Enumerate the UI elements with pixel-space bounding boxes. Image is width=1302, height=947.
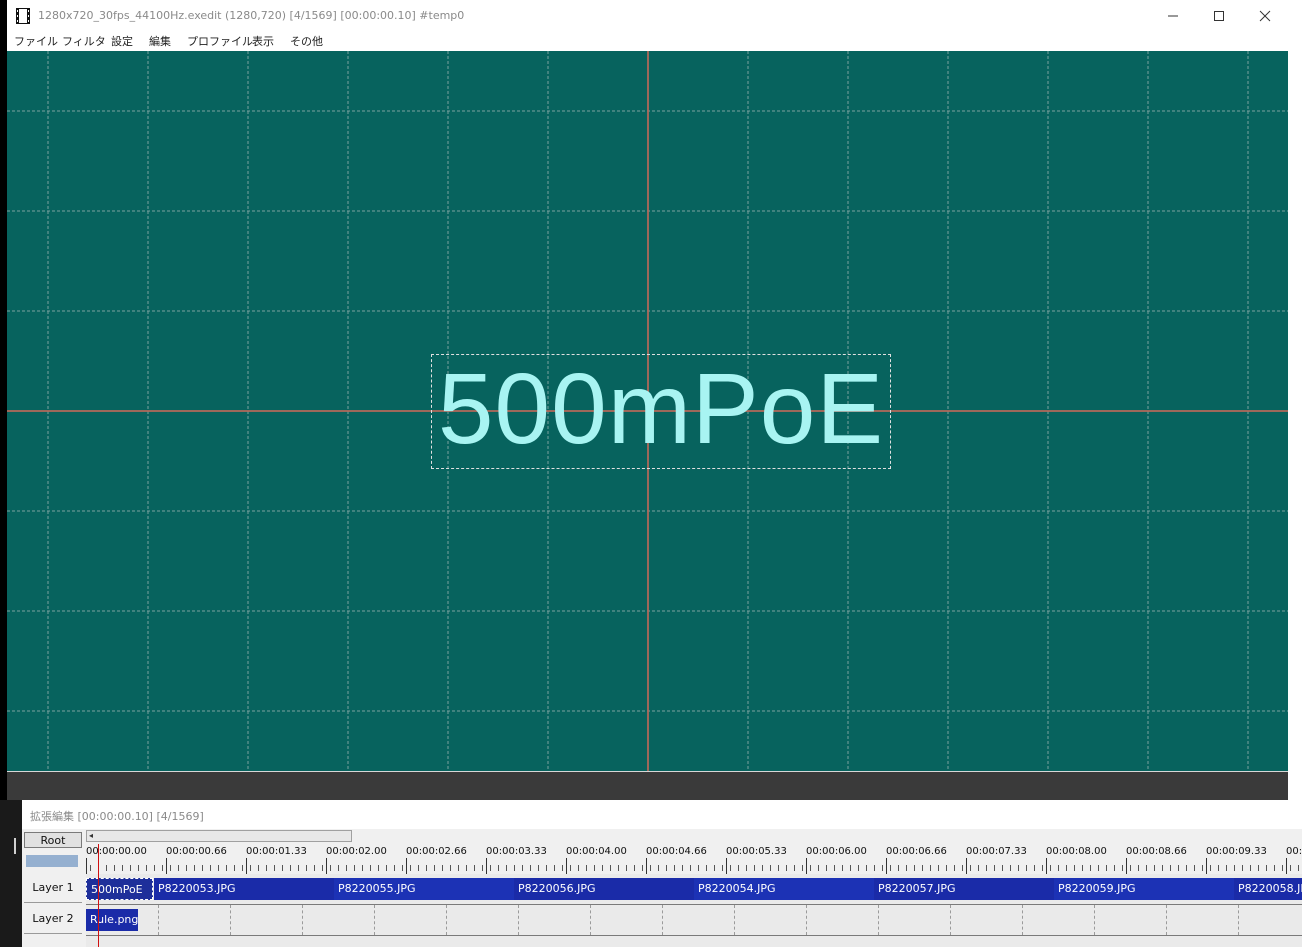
timeline-clip[interactable]: P8220058.JPG (1234, 878, 1302, 900)
grid-line (950, 905, 951, 935)
timeline-clip[interactable]: P8220059.JPG (1054, 878, 1234, 900)
canvas-bottom-border (7, 771, 1288, 772)
grid-line (806, 905, 807, 935)
grid-line (590, 905, 591, 935)
timeline-title-bar: 拡張編集 [00:00:00.10] [4/1569] (22, 800, 1302, 829)
timeline-clip[interactable]: P8220056.JPG (514, 878, 694, 900)
grid-line (878, 905, 879, 935)
grid-line (446, 905, 447, 935)
maximize-button[interactable] (1196, 0, 1242, 31)
grid-line (1238, 905, 1239, 935)
menu-bar: ファイル フィルタ 設定 編集 プロファイル 表示 その他 (7, 31, 1302, 51)
grid-line (230, 905, 231, 935)
left-edge-strip (0, 800, 22, 947)
close-button[interactable] (1242, 0, 1288, 31)
grid-line (374, 905, 375, 935)
scroll-left-arrow-icon[interactable]: ◂ (89, 831, 93, 841)
timeline-clip[interactable]: P8220054.JPG (694, 878, 874, 900)
playhead-cursor[interactable] (98, 844, 99, 947)
right-edge (1288, 51, 1302, 800)
timeline-clip[interactable]: P8220057.JPG (874, 878, 1054, 900)
timeline-window: 拡張編集 [00:00:00.10] [4/1569] Root ◂ 00:00… (22, 800, 1302, 947)
timeline-clip[interactable]: P8220055.JPG (334, 878, 514, 900)
zoom-slider[interactable] (26, 855, 78, 867)
grid-line (734, 905, 735, 935)
horizontal-scrollbar[interactable]: ◂ (86, 830, 352, 842)
title-bar: 1280x720_30fps_44100Hz.exedit (1280,720)… (7, 0, 1302, 31)
grid-line (1166, 905, 1167, 935)
timeline-clip[interactable]: Rule.png (86, 909, 138, 931)
left-edge-handle (14, 838, 16, 854)
menu-settings[interactable]: 設定 (111, 33, 133, 49)
grid-line (662, 905, 663, 935)
minimize-button[interactable] (1150, 0, 1196, 31)
root-button[interactable]: Root (24, 832, 82, 848)
preview-canvas[interactable]: 500mPoE (7, 51, 1288, 771)
menu-profile[interactable]: プロファイル (187, 33, 253, 49)
time-ruler[interactable]: 00:00:00.00 00:00:00.66 00:00:01.33 00:0… (86, 844, 1302, 874)
layer-3-track[interactable] (86, 936, 1302, 947)
layer-1-track[interactable]: 500mPoE P8220053.JPG P8220055.JPG P82200… (86, 874, 1302, 905)
menu-edit[interactable]: 編集 (149, 33, 171, 49)
grid-line (302, 905, 303, 935)
grid-line (1094, 905, 1095, 935)
window-title: 1280x720_30fps_44100Hz.exedit (1280,720)… (38, 9, 465, 22)
main-window: 1280x720_30fps_44100Hz.exedit (1280,720)… (7, 0, 1302, 800)
canvas-bottom-area (7, 771, 1288, 800)
layer-3-label[interactable] (24, 936, 82, 947)
timeline-clip-text[interactable]: 500mPoE (86, 878, 153, 900)
menu-file[interactable]: ファイル (14, 33, 58, 49)
menu-other[interactable]: その他 (290, 33, 323, 49)
layer-1-label[interactable]: Layer 1 (24, 874, 82, 903)
layer-2-track[interactable]: Rule.png (86, 905, 1302, 936)
grid-line (1022, 905, 1023, 935)
timeline-title: 拡張編集 [00:00:00.10] [4/1569] (30, 810, 204, 823)
ruler-ticks (86, 858, 1302, 874)
grid-line (158, 905, 159, 935)
menu-view[interactable]: 表示 (252, 33, 274, 49)
layer-2-label[interactable]: Layer 2 (24, 905, 82, 934)
timeline-clip[interactable]: P8220053.JPG (154, 878, 334, 900)
grid-line (518, 905, 519, 935)
canvas-text-object[interactable]: 500mPoE (431, 357, 891, 461)
menu-filter[interactable]: フィルタ (62, 33, 106, 49)
film-icon (16, 8, 30, 24)
